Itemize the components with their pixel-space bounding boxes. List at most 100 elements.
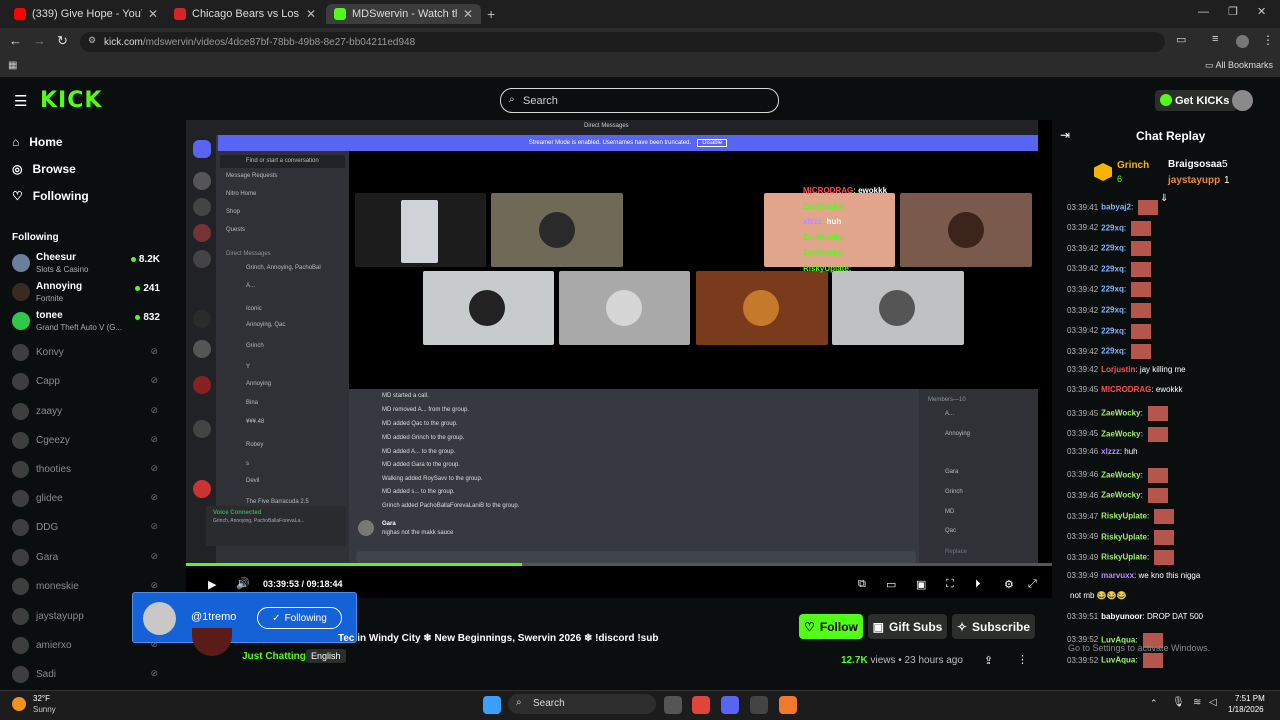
media-icon[interactable]: ≡	[1212, 33, 1218, 45]
nav-home[interactable]: ⌂ Home	[12, 135, 63, 149]
close-icon[interactable]: ✕	[306, 7, 316, 21]
browser-tab-youtube[interactable]: (339) Give Hope - YouTube ✕	[6, 4, 166, 24]
theater-icon[interactable]: ▭	[886, 578, 896, 591]
offline-channel[interactable]: Sadi ⊘	[12, 666, 164, 686]
chat-username[interactable]: 229xq	[1101, 264, 1124, 273]
new-tab-icon[interactable]: +	[487, 6, 495, 22]
offline-channel[interactable]: zaayy ⊘	[12, 403, 164, 423]
chat-username[interactable]: Lorjustin	[1101, 365, 1135, 374]
share-icon[interactable]: ⇪	[984, 654, 993, 667]
streamer-avatar[interactable]	[192, 628, 232, 656]
menu-icon[interactable]: ☰	[14, 92, 27, 110]
task-view-icon[interactable]	[664, 696, 682, 714]
apps-icon[interactable]: ▦	[8, 60, 17, 71]
windows-start-icon[interactable]	[483, 696, 501, 714]
browser-tab-bears[interactable]: Chicago Bears vs Los Angeles R ✕	[166, 4, 324, 24]
chat-username[interactable]: LuvAqua	[1101, 656, 1135, 665]
taskbar-search[interactable]: ⌕ Search	[508, 694, 656, 714]
weather-icon[interactable]	[12, 697, 26, 711]
offline-channel[interactable]: Konvy ⊘	[12, 344, 164, 364]
forward-icon[interactable]: →	[33, 33, 46, 48]
chat-username[interactable]: babyunoor	[1101, 612, 1142, 621]
chat-username[interactable]: 229xq	[1101, 244, 1124, 253]
chat-username[interactable]: ZaeWocky	[1101, 429, 1140, 438]
gift-subs-button[interactable]: ▣ Gift Subs	[868, 614, 947, 639]
tray-chevron-icon[interactable]: ⌃	[1150, 698, 1158, 709]
back-icon[interactable]: ←	[9, 33, 22, 48]
discord-dm-item: Annoying	[246, 381, 272, 387]
follow-button[interactable]: ♡ Follow	[799, 614, 863, 639]
site-info-icon[interactable]: ⚙	[88, 35, 96, 46]
speaker-icon[interactable]: ◁	[1209, 697, 1217, 708]
chat-username[interactable]: RiskyUplate	[1101, 553, 1147, 562]
get-kicks-button[interactable]: Get KICKs	[1155, 90, 1238, 111]
following-button[interactable]: ✓ Following	[257, 607, 342, 629]
windows-watermark: Go to Settings to activate Windows.	[1068, 643, 1211, 653]
all-bookmarks[interactable]: ▭ All Bookmarks	[1205, 60, 1273, 71]
chat-username[interactable]: babyaj2	[1101, 203, 1131, 212]
fullscreen-icon[interactable]: ⛶	[946, 578, 954, 591]
chat-username[interactable]: xlzzz	[1101, 447, 1120, 456]
offline-channel[interactable]: Capp ⊘	[12, 373, 164, 393]
participant-avatar	[606, 290, 642, 326]
clip-icon[interactable]: ⧉	[858, 578, 866, 591]
offline-channel[interactable]: Gara ⊘	[12, 549, 164, 569]
overlay-line: RiskyUplate:	[803, 263, 852, 273]
chat-username[interactable]: 229xq	[1101, 223, 1124, 232]
chat-username[interactable]: marvuxx	[1101, 571, 1134, 580]
chrome-icon[interactable]	[692, 696, 710, 714]
chat-username[interactable]: MICRODRAG	[1101, 385, 1151, 394]
chat-username[interactable]: RiskyUplate	[1101, 532, 1147, 541]
language-tag[interactable]: English	[306, 649, 346, 663]
search-input[interactable]: ⌕ Search	[500, 88, 779, 113]
chat-username[interactable]: 229xq	[1101, 347, 1124, 356]
wifi-icon[interactable]: ≋	[1193, 697, 1201, 708]
profile-avatar[interactable]	[1236, 35, 1249, 48]
speed-icon[interactable]: ⏵	[975, 578, 981, 591]
nav-browse[interactable]: ◎ Browse	[12, 162, 76, 176]
close-icon[interactable]: ✕	[463, 7, 473, 21]
live-channel-tonee[interactable]: tonee Grand Theft Auto V (G... 832	[12, 310, 164, 336]
miniplayer-icon[interactable]: ▣	[916, 578, 926, 591]
volume-icon[interactable]: 🔊	[236, 577, 250, 590]
chat-username[interactable]: ZaeWocky	[1101, 470, 1140, 479]
subscribe-button[interactable]: ✧ Subscribe	[952, 614, 1035, 639]
live-channel-cheesur[interactable]: Cheesur Slots & Casino 8.2K	[12, 252, 164, 278]
avatar	[12, 403, 29, 420]
kick-logo[interactable]: KICK	[40, 88, 102, 113]
chat-username[interactable]: ZaeWocky	[1101, 491, 1140, 500]
minimize-icon[interactable]: —	[1198, 6, 1209, 18]
collapse-chat-icon[interactable]: ⇥	[1060, 128, 1070, 142]
chat-scroll-icon[interactable]: ⇓	[1160, 193, 1168, 204]
window-close-icon[interactable]: ✕	[1257, 5, 1266, 18]
offline-channel[interactable]: thooties ⊘	[12, 461, 164, 481]
settings-gear-icon[interactable]: ⚙	[1004, 578, 1014, 591]
chat-username[interactable]: 229xq	[1101, 326, 1124, 335]
reload-icon[interactable]: ↻	[57, 33, 68, 49]
more-options-icon[interactable]: ⋮	[1017, 653, 1028, 666]
app-icon[interactable]	[750, 696, 768, 714]
chat-username[interactable]: ZaeWocky	[1101, 409, 1140, 418]
offline-channel[interactable]: glidee ⊘	[12, 490, 164, 510]
expand-icon[interactable]: ⤢	[1028, 578, 1037, 591]
chat-username[interactable]: 229xq	[1101, 306, 1124, 315]
chat-username[interactable]: 229xq	[1101, 285, 1124, 294]
maximize-icon[interactable]: ❐	[1228, 5, 1238, 18]
progress-fill	[186, 563, 522, 566]
discord-icon[interactable]	[721, 696, 739, 714]
mic-icon[interactable]: 🎙	[1172, 697, 1185, 708]
offline-channel[interactable]: Cgeezy ⊘	[12, 432, 164, 452]
nav-following[interactable]: ♡ Following	[12, 189, 89, 203]
browser-tab-kick[interactable]: MDSwervin - Watch the VOD o ✕	[326, 4, 481, 24]
more-icon[interactable]: ⋮	[1262, 33, 1274, 47]
chat-username[interactable]: RiskyUplate	[1101, 512, 1147, 521]
play-icon[interactable]: ▶	[208, 578, 216, 591]
user-avatar[interactable]	[1232, 90, 1253, 111]
category-link[interactable]: Just Chatting	[242, 651, 306, 662]
app-icon[interactable]	[779, 696, 797, 714]
offline-channel[interactable]: DDG ⊘	[12, 519, 164, 539]
live-channel-annoying[interactable]: Annoying Fortnite 241	[12, 281, 164, 307]
close-icon[interactable]: ✕	[148, 7, 158, 21]
cast-icon[interactable]: ▭	[1176, 33, 1186, 46]
url-field[interactable]: ⚙ kick.com/mdswervin/videos/4dce87bf-78b…	[80, 32, 1165, 52]
